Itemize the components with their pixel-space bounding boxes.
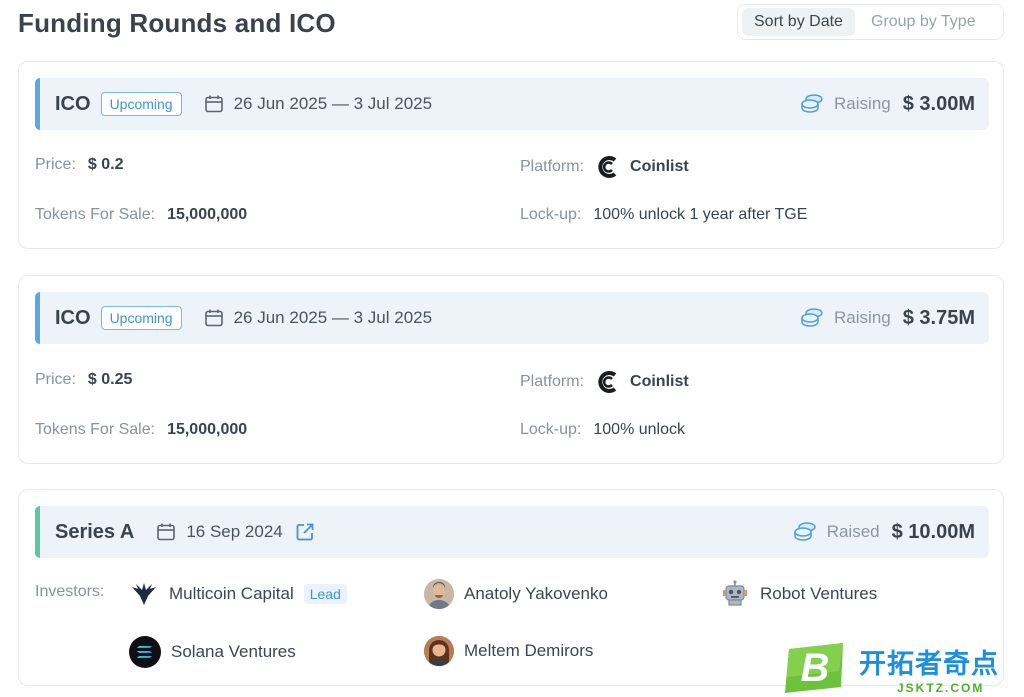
solana-logo-icon — [129, 636, 161, 668]
avatar — [424, 579, 454, 609]
investor-name: Anatoly Yakovenko — [464, 584, 608, 603]
investor-name: Multicoin Capital — [169, 584, 294, 603]
coins-icon — [801, 94, 823, 113]
investor-name: Meltem Demirors — [464, 641, 594, 660]
status-badge: Upcoming — [100, 306, 182, 330]
platform-field: Platform: Coinlist — [520, 154, 689, 180]
watermark-logo-icon: B — [785, 643, 843, 693]
price-field: Price: $ 0.25 — [35, 371, 132, 389]
price-label: Price: — [35, 371, 76, 388]
round-header: Series A 16 Sep 2024 Raised $ 10.00M — [35, 506, 989, 558]
raise-label: Raised — [826, 522, 880, 541]
lockup-value: 100% unlock 1 year after TGE — [593, 206, 808, 223]
group-by-type-button[interactable]: Group by Type — [859, 8, 988, 36]
page-title: Funding Rounds and ICO — [18, 8, 336, 38]
lockup-value: 100% unlock — [593, 421, 685, 438]
funding-round-card: ICO Upcoming 26 Jun 2025 — 3 Jul 2025 Ra… — [18, 275, 1004, 464]
tokens-value: 15,000,000 — [167, 421, 248, 438]
round-header: ICO Upcoming 26 Jun 2025 — 3 Jul 2025 Ra… — [35, 78, 989, 130]
platform-field: Platform: Coinlist — [520, 369, 689, 395]
coinlist-logo-icon — [598, 371, 617, 393]
round-type: Series A — [55, 520, 135, 543]
tokens-label: Tokens For Sale: — [35, 206, 156, 223]
investor-item[interactable]: Anatoly Yakovenko — [424, 579, 608, 609]
round-date: 26 Jun 2025 — 3 Jul 2025 — [233, 308, 433, 327]
raise-amount: $ 3.00M — [902, 92, 975, 115]
round-header: ICO Upcoming 26 Jun 2025 — 3 Jul 2025 Ra… — [35, 292, 989, 344]
watermark: B 开拓者奇点 JSKTZ.COM — [781, 639, 1024, 697]
tokens-label: Tokens For Sale: — [35, 421, 156, 438]
price-label: Price: — [35, 156, 76, 173]
platform-value[interactable]: Coinlist — [630, 158, 689, 176]
investor-item[interactable]: Meltem Demirors — [424, 636, 593, 666]
investor-item[interactable]: Solana Ventures — [129, 636, 296, 668]
round-type: ICO — [55, 306, 91, 329]
investor-name: Solana Ventures — [171, 642, 296, 661]
lockup-label: Lock-up: — [520, 206, 582, 223]
multicoin-logo-icon — [129, 579, 159, 609]
investor-item[interactable]: Robot Ventures — [720, 579, 877, 609]
tokens-value: 15,000,000 — [167, 206, 248, 223]
round-date: 26 Jun 2025 — 3 Jul 2025 — [233, 94, 433, 113]
calendar-icon — [157, 523, 176, 541]
watermark-domain: JSKTZ.COM — [897, 680, 985, 695]
platform-label: Platform: — [520, 373, 585, 390]
investor-item[interactable]: Multicoin Capital Lead — [129, 579, 347, 609]
svg-text:B: B — [801, 646, 830, 690]
price-value: $ 0.2 — [87, 156, 124, 173]
coins-icon — [801, 308, 823, 327]
investors-label-field: Investors: — [35, 583, 116, 601]
calendar-icon — [204, 309, 223, 327]
robot-logo-icon — [720, 579, 750, 609]
platform-value[interactable]: Coinlist — [630, 373, 689, 391]
round-type: ICO — [55, 92, 91, 115]
tokens-field: Tokens For Sale: 15,000,000 — [35, 206, 247, 224]
platform-label: Platform: — [520, 158, 585, 175]
coins-icon — [793, 522, 816, 541]
funding-round-card: ICO Upcoming 26 Jun 2025 — 3 Jul 2025 Ra… — [18, 61, 1004, 249]
round-date: 16 Sep 2024 — [186, 522, 283, 541]
investor-name: Robot Ventures — [760, 584, 878, 603]
lockup-label: Lock-up: — [520, 421, 582, 438]
lockup-field: Lock-up: 100% unlock 1 year after TGE — [520, 206, 807, 224]
sort-toggle-group: Sort by Date Group by Type — [737, 4, 1004, 40]
coinlist-logo-icon — [598, 156, 617, 178]
price-value: $ 0.25 — [87, 371, 133, 388]
raise-label: Raising — [834, 308, 891, 327]
external-link-icon[interactable] — [295, 522, 315, 542]
sort-by-date-button[interactable]: Sort by Date — [742, 8, 855, 36]
watermark-text: 开拓者奇点 — [859, 648, 999, 679]
price-field: Price: $ 0.2 — [35, 156, 124, 174]
raise-label: Raising — [834, 94, 891, 113]
tokens-field: Tokens For Sale: 15,000,000 — [35, 421, 247, 439]
raise-amount: $ 3.75M — [902, 306, 975, 329]
status-badge: Upcoming — [100, 92, 182, 116]
lead-badge: Lead — [303, 584, 347, 604]
raise-amount: $ 10.00M — [891, 520, 975, 543]
investors-label: Investors: — [35, 583, 105, 600]
calendar-icon — [204, 95, 223, 113]
lockup-field: Lock-up: 100% unlock — [520, 421, 685, 439]
avatar — [424, 636, 454, 666]
